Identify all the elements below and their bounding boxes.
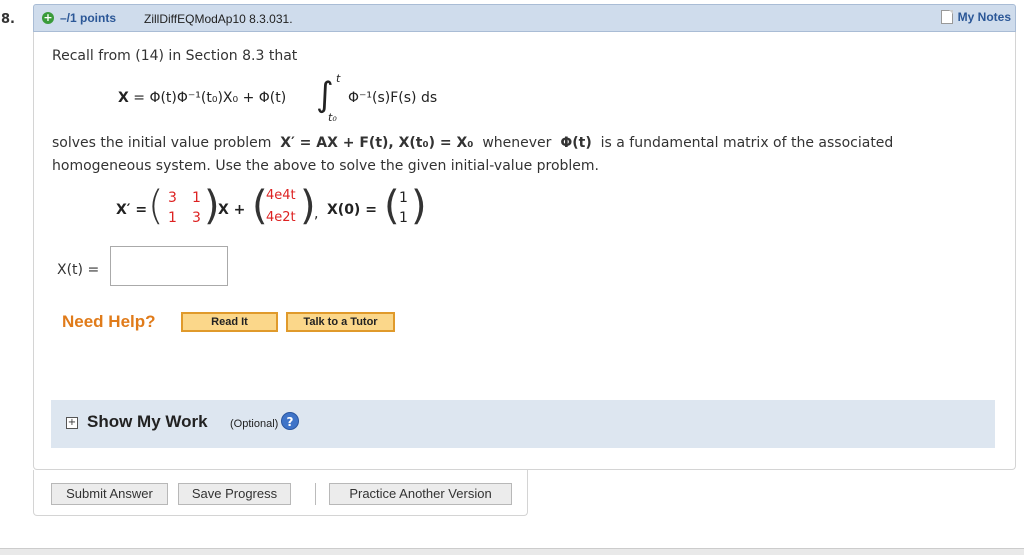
formula-term2: Φ(t) <box>258 90 287 106</box>
paragraph-line1: solves the initial value problem X′ = AX… <box>52 135 893 151</box>
show-my-work-panel: + Show My Work (Optional) ? <box>51 400 995 448</box>
matrix-a-left-paren: ( <box>148 183 164 229</box>
formula-term1: Φ(t)Φ⁻¹(t₀)X₀ <box>149 90 239 106</box>
paragraph-line2: homogeneous system. Use the above to sol… <box>52 158 600 174</box>
note-page-icon <box>940 10 953 24</box>
talk-to-tutor-button[interactable]: Talk to a Tutor <box>286 312 395 332</box>
matrix-a-r0c0: 3 <box>168 190 177 206</box>
fundamental-matrix-symbol: Φ(t) <box>560 135 592 151</box>
forcing-row0: 4e4t <box>266 188 296 203</box>
submit-answer-button[interactable]: Submit Answer <box>51 483 168 505</box>
my-notes-label: My Notes <box>957 10 1011 24</box>
integral-lower-limit: t₀ <box>328 111 337 124</box>
initial-condition-text: X(0) = <box>327 202 377 218</box>
integral-sign-icon: ∫ <box>316 75 334 115</box>
expand-plus-icon[interactable]: + <box>42 12 54 24</box>
initial-condition-label: X(0) = <box>327 202 377 218</box>
integral-upper-limit: t <box>336 72 341 85</box>
integrand: Φ⁻¹(s)F(s) ds <box>348 90 438 106</box>
show-my-work-title[interactable]: Show My Work <box>87 412 208 432</box>
matrix-a-r0c1: 1 <box>192 190 201 206</box>
formula-lhs: X <box>118 90 129 106</box>
help-question-icon[interactable]: ? <box>281 412 299 430</box>
question-header: + –/1 points ZillDiffEQModAp10 8.3.031. … <box>33 4 1016 32</box>
show-my-work-optional: (Optional) <box>230 418 279 430</box>
intro-text: Recall from (14) in Section 8.3 that <box>52 48 298 64</box>
read-it-button[interactable]: Read It <box>181 312 278 332</box>
practice-another-version-button[interactable]: Practice Another Version <box>329 483 512 505</box>
variation-of-parameters-formula: X = Φ(t)Φ⁻¹(t₀)X₀ + Φ(t) <box>118 90 287 106</box>
need-help-label: Need Help? <box>62 312 156 331</box>
matrix-a-r1c1: 3 <box>192 210 201 226</box>
question-id: ZillDiffEQModAp10 8.3.031. <box>144 12 293 26</box>
action-divider <box>315 483 316 505</box>
paragraph-start: solves the initial value problem <box>52 135 272 151</box>
points-label: –/1 points <box>60 11 117 25</box>
matrix-a-r1c0: 1 <box>168 210 177 226</box>
initial-left-paren: ( <box>384 183 400 229</box>
question-number: 8. <box>1 12 15 27</box>
initial-row0: 1 <box>399 190 408 206</box>
forcing-row1: 4e2t <box>266 210 296 225</box>
system-times-x: X + <box>218 202 246 218</box>
answer-label: X(t) = <box>57 262 100 278</box>
initial-row1: 1 <box>399 210 408 226</box>
initial-right-paren: ) <box>411 183 427 229</box>
answer-input[interactable] <box>110 246 228 286</box>
my-notes-link[interactable]: My Notes <box>940 10 1011 24</box>
paragraph-rest: is a fundamental matrix of the associate… <box>600 135 894 151</box>
paragraph-whenever: whenever <box>482 135 552 151</box>
ivp-equation: X′ = AX + F(t), X(t₀) = X₀ <box>280 135 474 151</box>
comma-separator: , <box>314 206 319 222</box>
save-progress-button[interactable]: Save Progress <box>178 483 291 505</box>
system-lhs: X′ = <box>116 202 148 218</box>
expand-plus-icon[interactable]: + <box>66 417 78 429</box>
